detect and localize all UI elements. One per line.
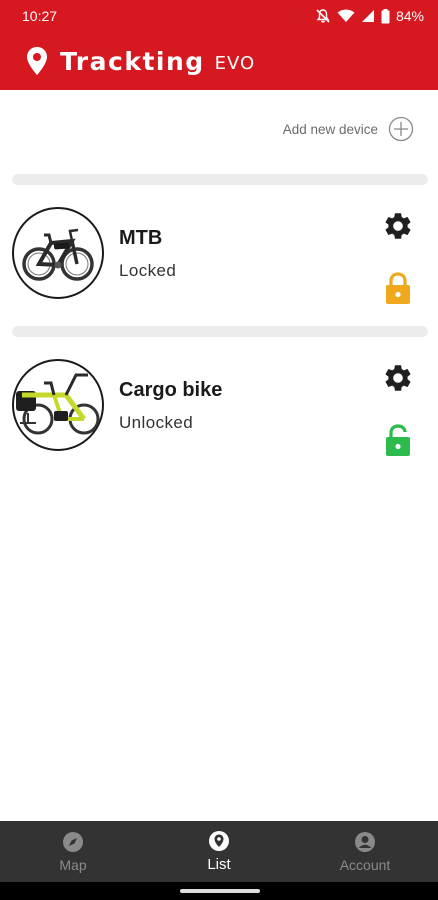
nav-item-account[interactable]: Account	[292, 821, 438, 882]
app-subtitle: EVO	[214, 52, 256, 74]
unlock-icon[interactable]	[384, 423, 412, 457]
device-name: Cargo bike	[119, 379, 223, 401]
device-status: Unlocked	[119, 413, 194, 432]
device-item[interactable]: MTB Locked	[0, 195, 438, 325]
status-bar: 10:27 84%	[0, 0, 438, 32]
location-pin-icon	[209, 831, 229, 851]
nav-item-list[interactable]: List	[146, 821, 292, 882]
bottom-navigation: Map List Account	[0, 821, 438, 882]
lock-icon[interactable]	[384, 271, 412, 305]
add-circle-icon	[388, 116, 414, 142]
account-icon	[355, 831, 375, 852]
add-device-label: Add new device	[282, 121, 378, 137]
nav-label-list: List	[207, 856, 231, 873]
location-pin-icon	[27, 47, 47, 75]
nav-item-map[interactable]: Map	[0, 821, 146, 882]
app-bar: Trackting EVO	[0, 32, 438, 90]
wifi-icon	[337, 9, 355, 22]
compass-icon	[63, 831, 83, 852]
gear-icon[interactable]	[382, 362, 414, 394]
battery-icon	[381, 8, 390, 23]
home-handle[interactable]	[180, 889, 260, 893]
signal-icon	[361, 10, 374, 22]
nav-label-map: Map	[59, 856, 87, 873]
notifications-off-icon	[316, 9, 330, 23]
bike-photo	[12, 359, 104, 451]
bike-photo	[12, 207, 104, 299]
add-device-button[interactable]: Add new device	[283, 116, 414, 142]
device-status: Locked	[119, 261, 177, 280]
mountain-bike-image	[22, 228, 94, 281]
cargo-bike-image	[16, 373, 100, 435]
app-title: Trackting	[60, 46, 205, 76]
device-name: MTB	[119, 227, 163, 249]
gear-icon[interactable]	[382, 210, 414, 242]
battery-level: 84%	[395, 8, 424, 24]
system-gesture-bar	[0, 882, 438, 900]
nav-label-account: Account	[339, 856, 391, 873]
separator	[12, 174, 428, 185]
separator	[12, 326, 428, 337]
device-item[interactable]: Cargo bike Unlocked	[0, 347, 438, 477]
status-time: 10:27	[22, 8, 58, 24]
status-icons: 84%	[315, 8, 424, 24]
